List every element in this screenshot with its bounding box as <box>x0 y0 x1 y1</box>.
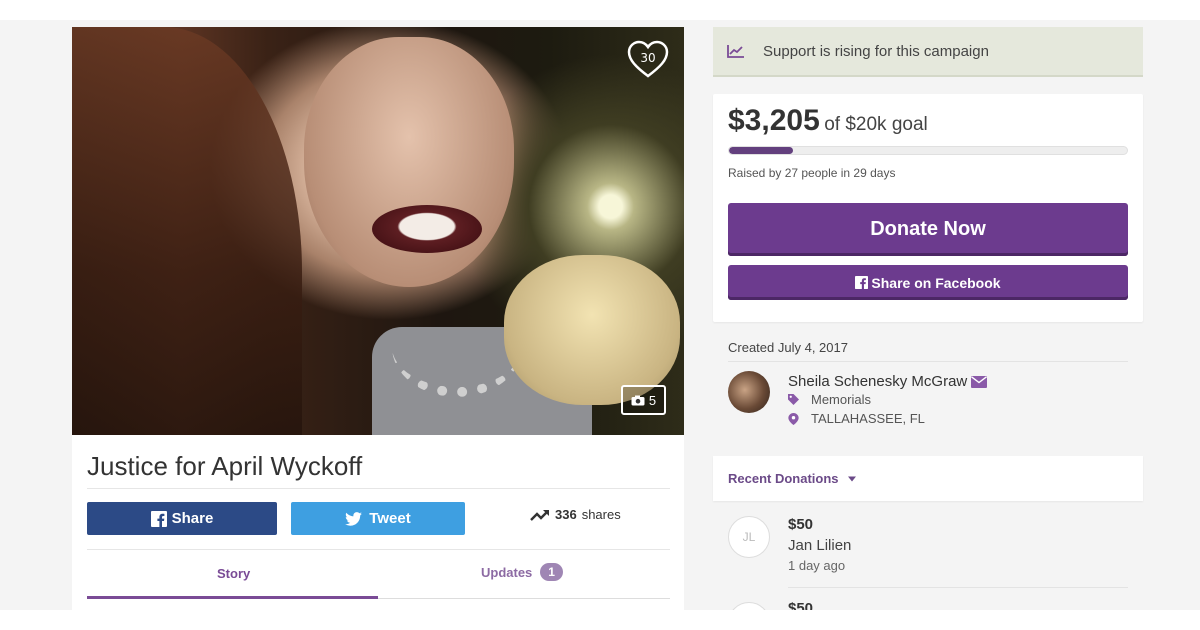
tab-updates-label: Updates <box>481 564 533 580</box>
location-pin-icon <box>788 412 799 425</box>
camera-icon <box>631 395 645 405</box>
divider <box>788 587 1128 588</box>
heart-button[interactable]: 30 <box>626 39 670 79</box>
divider <box>728 361 1128 362</box>
share-on-facebook-label: Share on Facebook <box>871 274 1001 291</box>
recent-donations-toggle[interactable]: Recent Donations <box>713 456 1143 501</box>
divider <box>87 488 670 489</box>
tweet-label: Tweet <box>369 510 411 527</box>
facebook-icon <box>150 510 167 527</box>
trending-banner-text: Support is rising for this campaign <box>763 42 989 60</box>
facebook-share-button[interactable]: Share <box>87 502 277 535</box>
photo-fist <box>504 255 680 405</box>
tweet-button[interactable]: Tweet <box>291 502 465 535</box>
photo-necklace <box>392 297 522 397</box>
share-on-facebook-button[interactable]: Share on Facebook <box>728 265 1128 300</box>
funding-amount: $3,205 of $20k goal <box>728 104 928 138</box>
trending-banner: Support is rising for this campaign <box>713 27 1143 77</box>
campaign-title: Justice for April Wyckoff <box>87 451 363 481</box>
campaign-main: 30 5 Justice for April Wyckoff Share Twe… <box>72 27 684 610</box>
donation-time: 1 day ago <box>788 558 846 573</box>
campaign-category: Memorials <box>788 392 871 407</box>
progress-fill <box>729 147 793 154</box>
photo-hair <box>72 27 302 435</box>
tab-story[interactable]: Story <box>217 566 250 581</box>
bottom-margin <box>0 610 1200 630</box>
organizer-avatar[interactable] <box>728 371 770 413</box>
tab-bar-line <box>378 598 670 599</box>
chart-trend-icon <box>727 45 744 58</box>
shares-number: 336 <box>555 507 577 522</box>
goal-text: of $20k goal <box>824 114 928 135</box>
active-tab-indicator <box>87 596 378 599</box>
donate-label: Donate Now <box>870 218 986 240</box>
updates-count-badge: 1 <box>540 563 563 581</box>
donor-avatar <box>728 602 770 610</box>
donation-amount: $50 <box>788 516 814 533</box>
organizer: Sheila Schenesky McGraw <box>788 373 988 390</box>
caret-down-icon <box>847 476 856 481</box>
created-date: Created July 4, 2017 <box>728 340 848 355</box>
facebook-icon <box>855 276 869 289</box>
recent-donations-heading: Recent Donations <box>728 471 839 486</box>
shares-label: shares <box>581 507 621 522</box>
trending-icon <box>530 509 549 521</box>
divider <box>87 549 670 550</box>
photo-count: 5 <box>648 392 657 408</box>
donate-button[interactable]: Donate Now <box>728 203 1128 256</box>
top-margin <box>0 0 1200 20</box>
photo-gallery-button[interactable]: 5 <box>621 385 666 415</box>
share-count: 336 shares <box>530 507 621 522</box>
campaign-location: TALLAHASSEE, FL <box>788 411 925 426</box>
donor-name: Jan Lilien <box>788 537 852 554</box>
tab-story-label: Story <box>217 566 251 581</box>
donation-card: $3,205 of $20k goal Raised by 27 people … <box>713 94 1143 322</box>
donor-avatar: JL <box>728 516 770 558</box>
donation-amount: $50 <box>788 600 814 610</box>
amount-raised: $3,205 <box>728 104 820 137</box>
facebook-share-label: Share <box>171 510 214 527</box>
progress-bar <box>728 146 1128 155</box>
twitter-icon <box>345 511 363 526</box>
campaign-photo[interactable]: 30 5 <box>72 27 684 435</box>
organizer-name[interactable]: Sheila Schenesky McGraw <box>788 373 967 390</box>
envelope-icon[interactable] <box>971 375 988 388</box>
campaign-page: 30 5 Justice for April Wyckoff Share Twe… <box>0 20 1200 610</box>
location-label: TALLAHASSEE, FL <box>811 411 925 426</box>
heart-count: 30 <box>640 51 656 65</box>
photo-smile <box>372 205 482 253</box>
raised-summary: Raised by 27 people in 29 days <box>728 166 896 180</box>
tag-icon <box>788 394 799 405</box>
tab-updates[interactable]: Updates 1 <box>481 563 563 581</box>
category-label[interactable]: Memorials <box>811 392 871 407</box>
